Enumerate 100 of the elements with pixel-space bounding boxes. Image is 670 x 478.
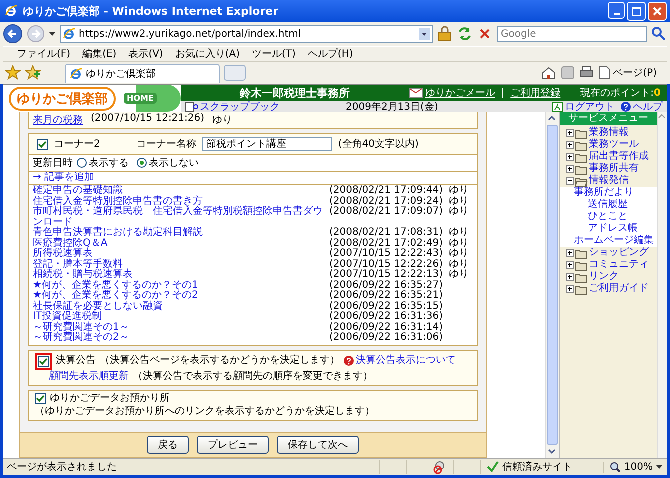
logout-link[interactable]: ログアウト [552,100,615,114]
page-icon [599,66,612,80]
menu-item[interactable]: 編集(E) [82,47,117,61]
article-link[interactable]: 医療費控除Q＆A [33,238,324,249]
article-author: ゆり [449,228,470,238]
refresh-icon[interactable] [457,26,473,42]
minimize-button[interactable] [608,2,625,18]
article-link[interactable]: 登記・謄本等手数料 [33,260,324,270]
article-link[interactable]: ★何が、企業を悪くするのか？その1 [33,280,324,291]
close-button[interactable] [648,2,667,20]
address-field[interactable]: https://www2.yurikago.net/portal/index.html [60,25,433,43]
toggle-icon[interactable] [566,153,574,161]
menu-link[interactable]: 情報発信 [589,175,629,187]
article-link[interactable]: ★何が、企業を悪くするのか？その2 [33,291,324,302]
toggle-icon[interactable] [566,285,574,293]
print-icon[interactable] [579,66,596,80]
zoom-control[interactable]: 100% [603,462,663,472]
menu-item[interactable]: ツール(T) [252,47,296,61]
scrapbook-link[interactable]: スクラップブック [185,100,280,114]
toggle-icon[interactable] [566,141,574,149]
menu-item[interactable]: 表示(V) [128,47,164,61]
article-link[interactable]: 青色申告決算書における勘定科目解説 [33,228,324,238]
hint-text: (全角40文字以内) [338,138,419,151]
toggle-icon[interactable] [566,273,574,281]
article-link[interactable]: IT投資促進税制 [33,312,324,322]
form-button[interactable]: 保存して次へ [277,436,359,454]
search-icon[interactable] [651,26,667,42]
page-menu[interactable]: ページ(P) [599,66,667,80]
menu-link[interactable]: 事務所だより [574,187,634,199]
toggle-icon[interactable] [566,165,574,173]
menu-link[interactable]: 業務ツール [589,139,639,151]
menu-link[interactable]: コミュニティ [589,259,649,271]
toggle-icon[interactable] [566,249,574,257]
back-icon[interactable] [3,24,23,44]
help-link[interactable]: 決算公告表示について [356,355,456,367]
article-link[interactable]: 来月の税務 [33,113,83,127]
register-link[interactable]: ご利用登録 [510,86,561,100]
article-date: (2006/09/22 16:31:14) [329,322,443,332]
article-date: (2007/10/15 12:21:26) [91,113,205,126]
status-text: ページが表示されました [7,460,118,474]
menu-link[interactable]: 業務情報 [589,127,629,139]
menu-link[interactable]: アドレス帳 [588,223,638,235]
menu-item[interactable]: お気に入り(A) [175,47,240,61]
sidebar-scrollbar[interactable] [657,112,667,458]
toggle-icon[interactable] [566,177,574,185]
menu-link[interactable]: 送信履歴 [588,199,628,211]
radio-button[interactable] [77,158,87,168]
maximize-button[interactable] [627,2,646,20]
dropdown-icon[interactable] [49,32,56,36]
checkbox[interactable] [38,356,49,366]
corner-name-label: コーナー名称 [136,138,196,151]
checkbox[interactable] [37,138,48,150]
article-link[interactable]: ～研究費関連その2～ [33,333,324,344]
add-favorite-icon[interactable] [25,65,41,81]
scrollbar[interactable] [545,112,559,458]
menu-link[interactable]: ショッピング [589,247,649,259]
toggle-icon[interactable] [566,129,574,137]
menu-link[interactable]: 事務所共有 [589,163,639,175]
form-button[interactable]: プレビュー [197,436,269,454]
favorites-star-icon[interactable] [5,65,21,81]
article-link[interactable]: 住宅借入金等特別控除申告書の書き方 [33,196,324,207]
folder-icon [575,284,588,294]
scroll-thumb[interactable] [547,125,558,445]
article-link[interactable]: 確定申告の基礎知識 [33,186,324,196]
article-link[interactable]: ～研究費関連その1～ [33,322,324,333]
radio-button[interactable] [137,158,147,168]
help-link[interactable]: ヘルプ [621,100,663,114]
menu-link[interactable]: リンク [589,271,619,283]
add-article-link[interactable]: → 記事を追加 [33,172,95,183]
home-link[interactable]: HOME [124,93,157,104]
menu-link[interactable]: ご利用ガイド [589,283,649,295]
checkbox[interactable] [35,393,46,404]
open-folder-icon [575,176,588,186]
menu-item[interactable]: ファイル(F) [17,47,71,61]
browser-tab[interactable]: ゆりかご倶楽部 [65,64,220,82]
dropdown-icon[interactable] [419,28,430,40]
article-author: ゆり [449,186,470,196]
order-link[interactable]: 顧問先表示順更新 [49,370,129,382]
article-link[interactable]: 所得税速算表 [33,249,324,260]
menu-link[interactable]: ホームページ編集 [574,235,654,247]
article-author: ゆり [449,270,470,280]
ie-page-icon [70,68,82,80]
menu-link[interactable]: ひとこと [588,211,628,223]
search-field[interactable]: Google [497,26,647,42]
form-button[interactable]: 戻る [147,436,189,454]
article-link[interactable]: 社長保証を必要としない融資 [33,302,324,312]
radio-option[interactable]: 表示しない [137,156,199,170]
article-date: (2006/09/22 16:31:36) [329,312,443,322]
article-date: (2007/10/15 12:22:26) [329,260,443,270]
article-link[interactable]: 市町村民税・道府県民税 住宅借入金等特別税額控除申告書ダウンロード [33,207,324,228]
settlement-label: 決算公告 [56,355,96,367]
article-link[interactable]: 相続税・贈与税速算表 [33,270,324,280]
menu-link[interactable]: 届出書等作成 [589,151,649,163]
office-name: 鈴木一郎税理士事務所 [238,86,352,100]
menu-item[interactable]: ヘルプ(H) [308,47,354,61]
home-icon[interactable] [541,66,558,80]
corner-name-field[interactable]: 節税ポイント講座 [202,137,332,151]
radio-option[interactable]: 表示する [77,156,129,170]
toggle-icon[interactable] [566,261,574,269]
mail-link[interactable]: ゆりかごメール [409,86,496,100]
